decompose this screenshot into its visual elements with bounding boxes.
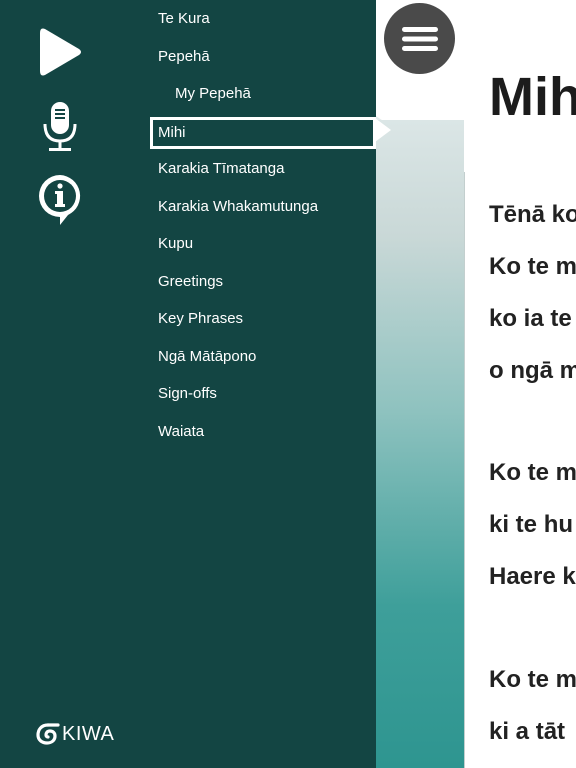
menu-item-label: Te Kura xyxy=(158,10,210,27)
menu-item-label: My Pepehā xyxy=(175,85,251,102)
menu-item-key-phrases[interactable]: Key Phrases xyxy=(150,303,376,335)
content-panel: Mihi Tēnā ko Ko te m ko ia te o ngā m Ko… xyxy=(376,0,576,768)
menu-item-label: Mihi xyxy=(158,124,186,141)
text-line: ki a tāt xyxy=(489,718,566,745)
active-item-pointer xyxy=(375,118,391,142)
logo-text: KIWA xyxy=(62,722,115,745)
info-icon xyxy=(39,175,81,225)
menu-item-label: Pepehā xyxy=(158,48,210,65)
menu-item-label: Ngā Mātāpono xyxy=(158,348,257,365)
icon-column xyxy=(0,0,122,768)
text-line: o ngā m xyxy=(489,357,576,384)
play-button[interactable] xyxy=(30,22,90,82)
menu-item-label: Key Phrases xyxy=(158,310,244,327)
swirl-logo-icon xyxy=(36,723,60,745)
menu-item-label: Karakia Tīmatanga xyxy=(158,160,285,177)
info-button[interactable] xyxy=(30,170,90,230)
menu-item-label: Kupu xyxy=(158,235,194,252)
menu-item-te-kura[interactable]: Te Kura xyxy=(150,3,376,35)
menu-item-mihi[interactable]: Mihi xyxy=(150,117,376,149)
menu-item-greetings[interactable]: Greetings xyxy=(150,266,376,298)
text-line: Ko te m xyxy=(489,666,576,693)
menu-item-label: Karakia Whakamutunga xyxy=(158,198,319,215)
menu-item-label: Greetings xyxy=(158,273,224,290)
menu-item-nga-matapono[interactable]: Ngā Mātāpono xyxy=(150,341,376,373)
menu-item-karakia-timatanga[interactable]: Karakia Tīmatanga xyxy=(150,153,376,185)
hamburger-icon xyxy=(401,26,438,51)
menu-item-pepeha[interactable]: Pepehā xyxy=(150,41,376,73)
text-line: Ko te m xyxy=(489,253,576,280)
menu-toggle-button[interactable] xyxy=(384,3,455,74)
menu-item-label: Sign-offs xyxy=(158,385,217,402)
menu-item-sign-offs[interactable]: Sign-offs xyxy=(150,378,376,410)
text-line: ko ia te xyxy=(489,305,572,332)
record-button[interactable] xyxy=(30,97,90,157)
menu-item-karakia-whakamutunga[interactable]: Karakia Whakamutunga xyxy=(150,191,376,223)
strip-edge xyxy=(464,172,465,768)
gradient-strip xyxy=(376,120,464,768)
menu-item-label: Waiata xyxy=(158,423,205,440)
play-icon xyxy=(40,28,81,76)
text-line: Haere k xyxy=(489,563,576,590)
navigation-drawer: Te Kura Pepehā My Pepehā Mihi Karakia Tī… xyxy=(0,0,376,768)
kiwa-logo: KIWA xyxy=(36,720,114,748)
menu-item-my-pepeha[interactable]: My Pepehā xyxy=(150,78,376,110)
text-line: Ko te m xyxy=(489,459,576,486)
text-line: ki te hu xyxy=(489,511,574,538)
microphone-icon xyxy=(43,102,77,151)
text-line: Tēnā ko xyxy=(489,201,576,228)
page-title: Mihi xyxy=(489,67,576,127)
menu-item-kupu[interactable]: Kupu xyxy=(150,228,376,260)
menu-item-waiata[interactable]: Waiata xyxy=(150,416,376,448)
